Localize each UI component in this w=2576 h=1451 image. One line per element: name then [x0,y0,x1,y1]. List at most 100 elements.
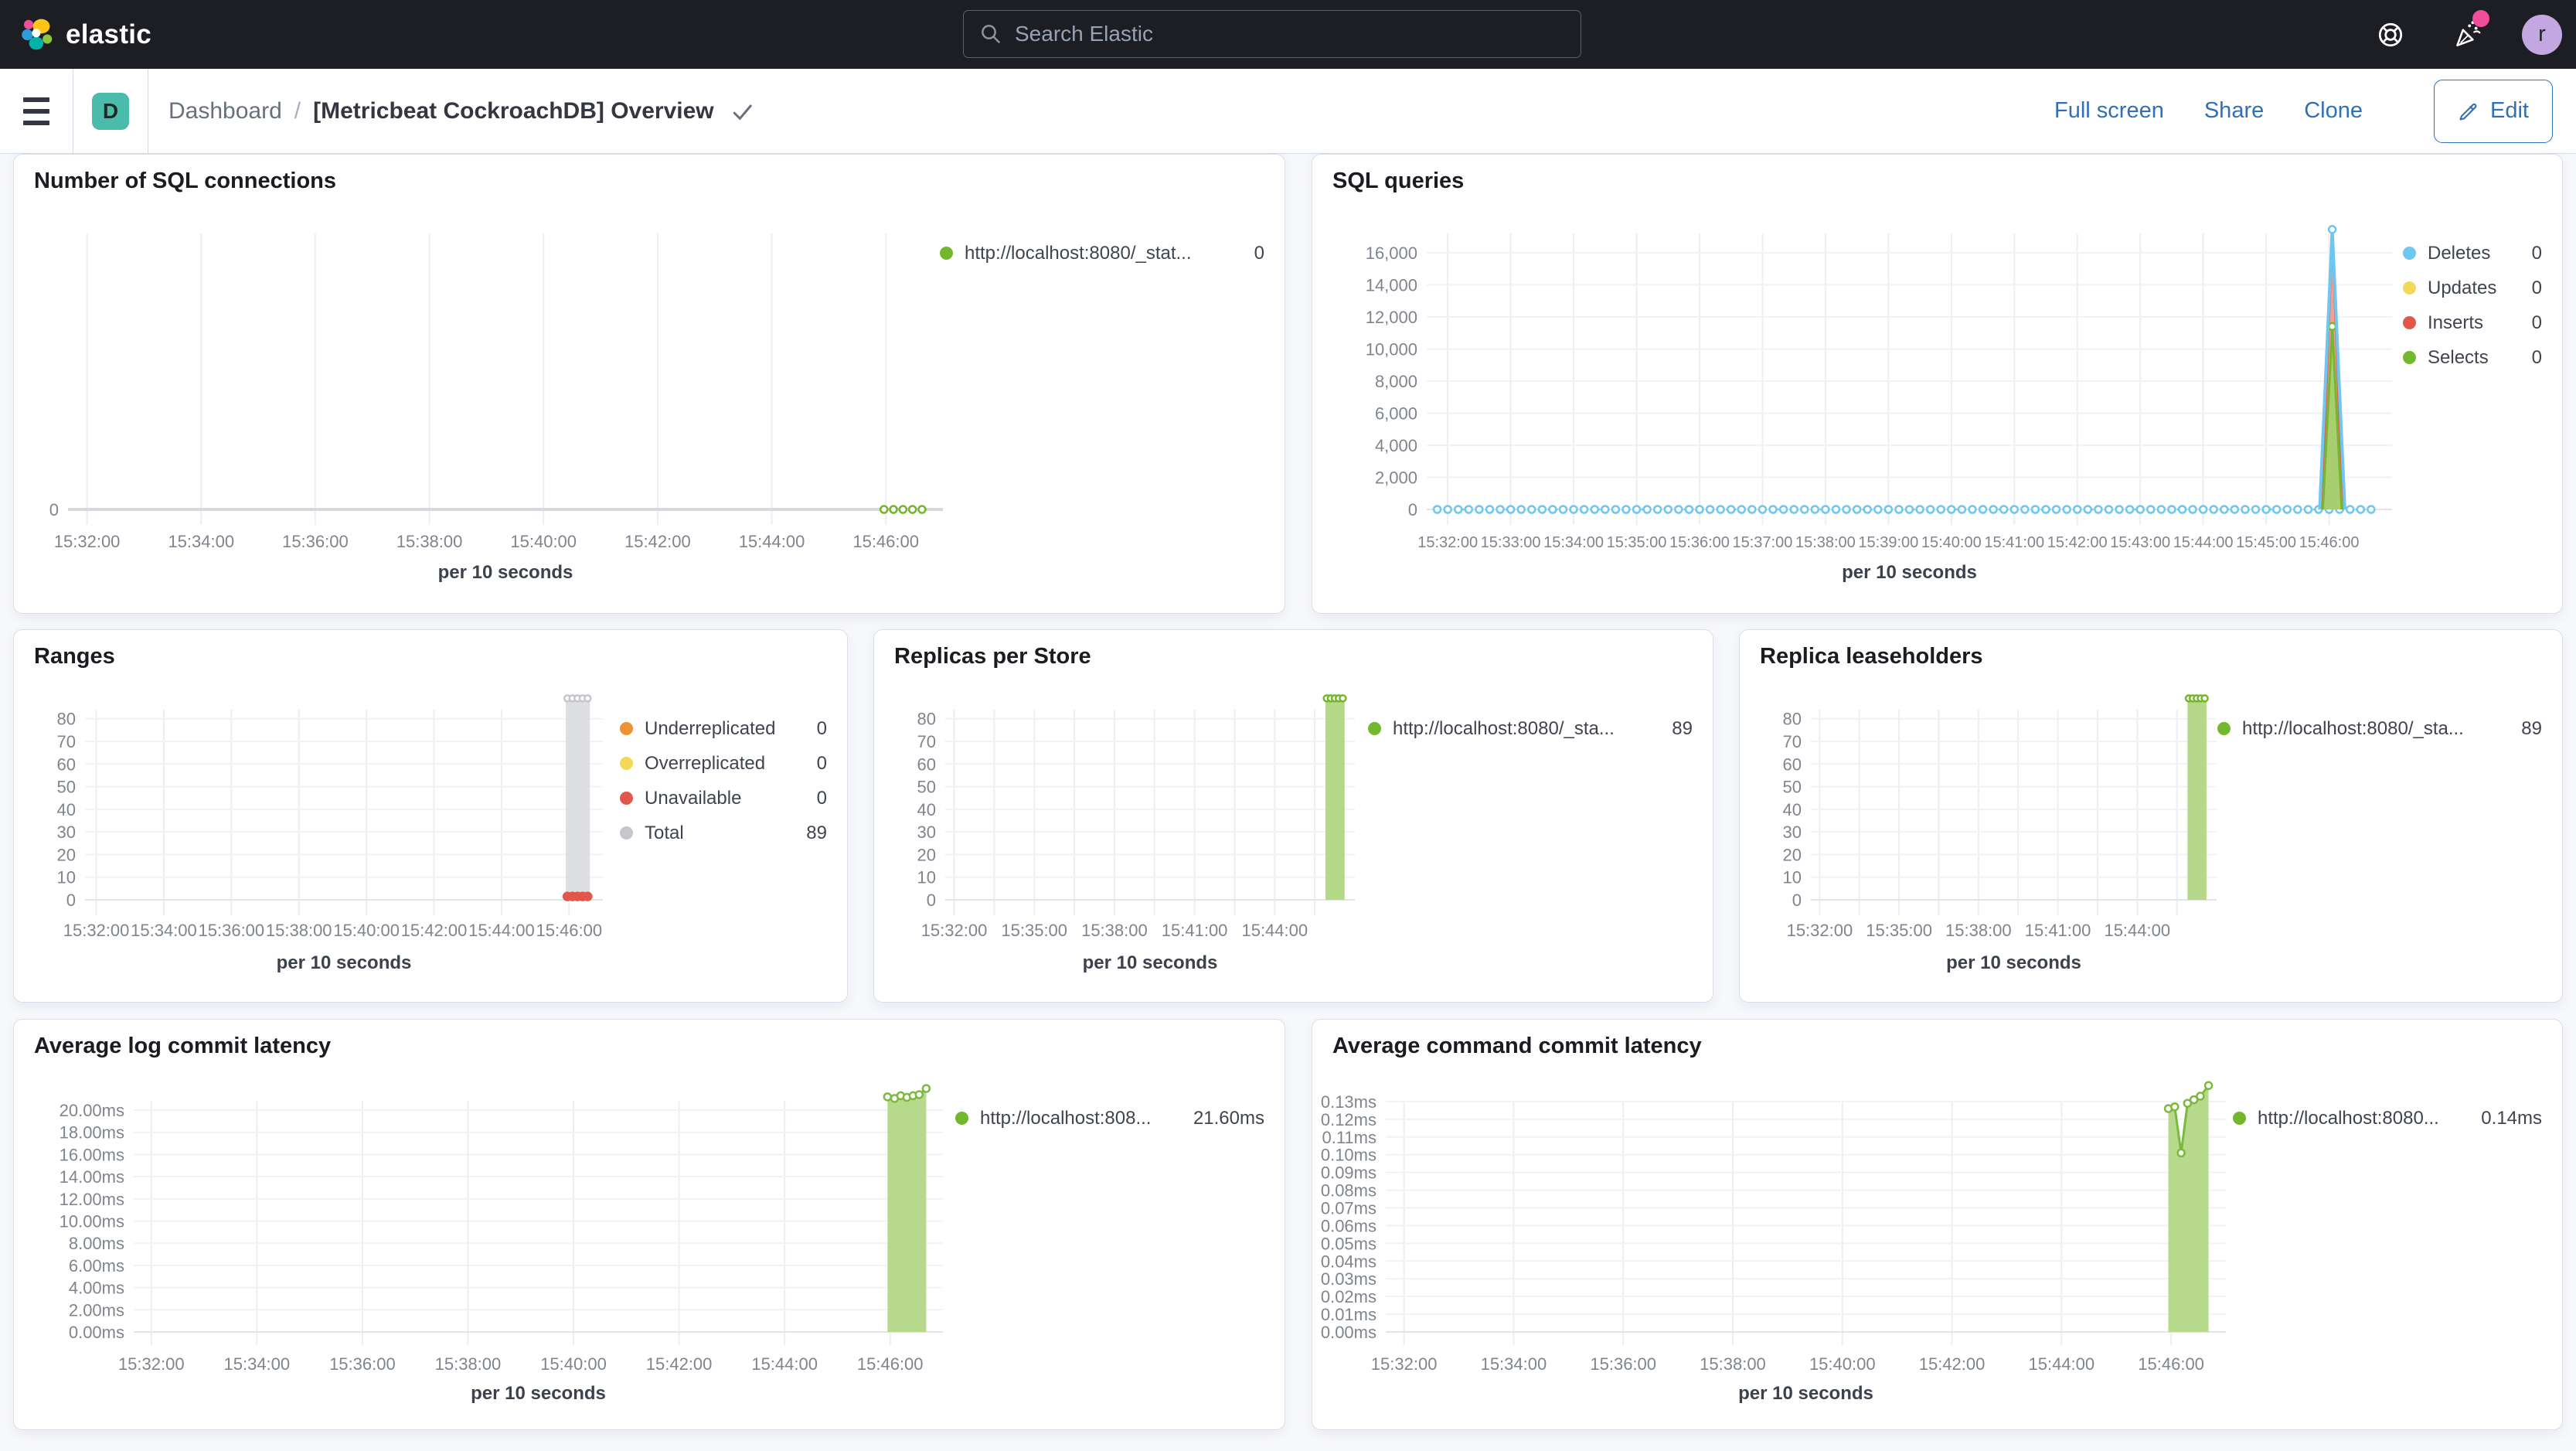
svg-text:15:38:00: 15:38:00 [1795,534,1856,551]
breadcrumb-bar: D Dashboard / [Metricbeat CockroachDB] O… [0,68,2576,154]
svg-text:15:32:00: 15:32:00 [54,532,121,551]
breadcrumb: Dashboard / [Metricbeat CockroachDB] Ove… [168,98,754,124]
legend-value: 89 [1672,717,1693,739]
legend-label: Unavailable [645,787,742,809]
svg-text:8.00ms: 8.00ms [69,1234,124,1253]
series-color-dot [2403,281,2416,295]
avatar-initial: r [2538,22,2546,46]
badge-letter: D [102,98,119,123]
panel-replica-leaseholders: Replica leaseholders 0 10 20 30 40 50 60 70 80 15… [1739,629,2563,1003]
svg-text:4,000: 4,000 [1375,436,1417,455]
legend-value: 0 [2531,242,2542,264]
svg-text:0.10ms: 0.10ms [1321,1146,1376,1165]
svg-text:15:44:00: 15:44:00 [2104,921,2170,940]
svg-text:15:42:00: 15:42:00 [624,532,691,551]
svg-text:15:35:00: 15:35:00 [1607,534,1667,551]
legend-item[interactable]: http://localhost:808... 21.60ms [955,1101,1264,1136]
svg-text:80: 80 [57,710,76,729]
search-input[interactable]: Search Elastic [963,10,1581,58]
legend-label: http://localhost:808... [980,1107,1152,1129]
svg-text:0.07ms: 0.07ms [1321,1198,1376,1218]
share-button[interactable]: Share [2204,98,2264,124]
user-avatar[interactable]: r [2522,14,2562,55]
breadcrumb-separator: / [294,97,301,124]
legend-item[interactable]: Total 89 [620,816,827,850]
series-color-dot [2403,247,2416,260]
help-button[interactable] [2370,15,2411,55]
legend-value: 0 [816,787,827,809]
legend-item[interactable]: Deletes 0 [2403,236,2542,271]
svg-text:15:32:00: 15:32:00 [1371,1354,1438,1374]
svg-text:15:44:00: 15:44:00 [2173,534,2234,551]
svg-text:15:37:00: 15:37:00 [1733,534,1793,551]
panel-title: Ranges [34,644,115,669]
elastic-logo[interactable]: elastic [20,18,151,52]
chart-legend: http://localhost:808... 21.60ms [955,1101,1264,1136]
svg-text:15:39:00: 15:39:00 [1858,534,1918,551]
svg-text:15:32:00: 15:32:00 [921,921,988,940]
legend-item[interactable]: Underreplicated 0 [620,711,827,746]
svg-text:15:46:00: 15:46:00 [536,921,602,940]
legend-label: Inserts [2428,312,2484,333]
series-color-dot [2403,316,2416,329]
svg-text:8,000: 8,000 [1375,372,1417,391]
full-screen-button[interactable]: Full screen [2054,98,2164,124]
legend-label: Selects [2428,346,2489,368]
svg-text:6.00ms: 6.00ms [69,1256,124,1276]
svg-text:15:35:00: 15:35:00 [1866,921,1932,940]
svg-text:15:45:00: 15:45:00 [2236,534,2296,551]
legend-item[interactable]: Updates 0 [2403,271,2542,305]
svg-text:15:36:00: 15:36:00 [199,921,265,940]
svg-text:60: 60 [1783,754,1802,774]
legend-item[interactable]: Inserts 0 [2403,305,2542,340]
svg-text:per 10 seconds: per 10 seconds [1083,952,1218,973]
legend-label: Underreplicated [645,717,776,739]
svg-text:15:40:00: 15:40:00 [510,532,577,551]
news-button[interactable] [2446,9,2489,55]
series-color-dot [2403,351,2416,364]
panel-title: Average log commit latency [34,1034,332,1058]
legend-value: 0 [2531,277,2542,298]
svg-text:0.12ms: 0.12ms [1321,1110,1376,1129]
edit-button[interactable]: Edit [2434,79,2553,143]
svg-text:30: 30 [57,823,76,842]
legend-item[interactable]: http://localhost:8080/_sta... 89 [2217,711,2542,746]
chart-legend: http://localhost:8080/_stat... 0 [940,236,1264,271]
svg-text:15:44:00: 15:44:00 [2029,1354,2095,1374]
svg-text:15:44:00: 15:44:00 [468,921,535,940]
svg-text:14.00ms: 14.00ms [60,1167,124,1187]
life-ring-icon [2378,22,2403,46]
legend-value: 89 [806,822,827,843]
legend-label: http://localhost:8080/_sta... [1393,717,1615,739]
svg-text:15:40:00: 15:40:00 [1809,1354,1876,1374]
svg-text:80: 80 [917,710,936,729]
chart-legend: http://localhost:8080/_sta... 89 [1368,711,1693,746]
panel-number-of-sql-connections: Number of SQL connections 0 15:32:00 15:34… [13,154,1285,614]
svg-text:15:46:00: 15:46:00 [2299,534,2360,551]
legend-item[interactable]: http://localhost:8080... 0.14ms [2233,1101,2542,1136]
dashboard-app-badge[interactable]: D [92,92,129,130]
legend-item[interactable]: Selects 0 [2403,340,2542,375]
page-title: [Metricbeat CockroachDB] Overview [313,97,714,124]
breadcrumb-dashboard[interactable]: Dashboard [168,98,282,124]
svg-text:50: 50 [917,778,936,797]
svg-text:70: 70 [1783,732,1802,751]
menu-button[interactable] [23,97,49,125]
legend-item[interactable]: http://localhost:8080/_stat... 0 [940,236,1264,271]
svg-text:15:33:00: 15:33:00 [1481,534,1541,551]
svg-text:0.09ms: 0.09ms [1321,1163,1376,1183]
svg-text:10,000: 10,000 [1366,339,1417,359]
legend-item[interactable]: Overreplicated 0 [620,746,827,781]
svg-text:0.01ms: 0.01ms [1321,1305,1376,1324]
svg-text:0.00ms: 0.00ms [1321,1323,1376,1342]
svg-text:15:34:00: 15:34:00 [131,921,197,940]
svg-text:10: 10 [57,868,76,887]
legend-item[interactable]: Unavailable 0 [620,781,827,816]
svg-text:4.00ms: 4.00ms [69,1279,124,1298]
svg-text:15:35:00: 15:35:00 [1001,921,1067,940]
svg-text:15:32:00: 15:32:00 [63,921,130,940]
legend-item[interactable]: http://localhost:8080/_sta... 89 [1368,711,1693,746]
top-bar: elastic Search Elastic r [0,0,2576,69]
svg-text:15:42:00: 15:42:00 [401,921,468,940]
clone-button[interactable]: Clone [2304,98,2363,124]
